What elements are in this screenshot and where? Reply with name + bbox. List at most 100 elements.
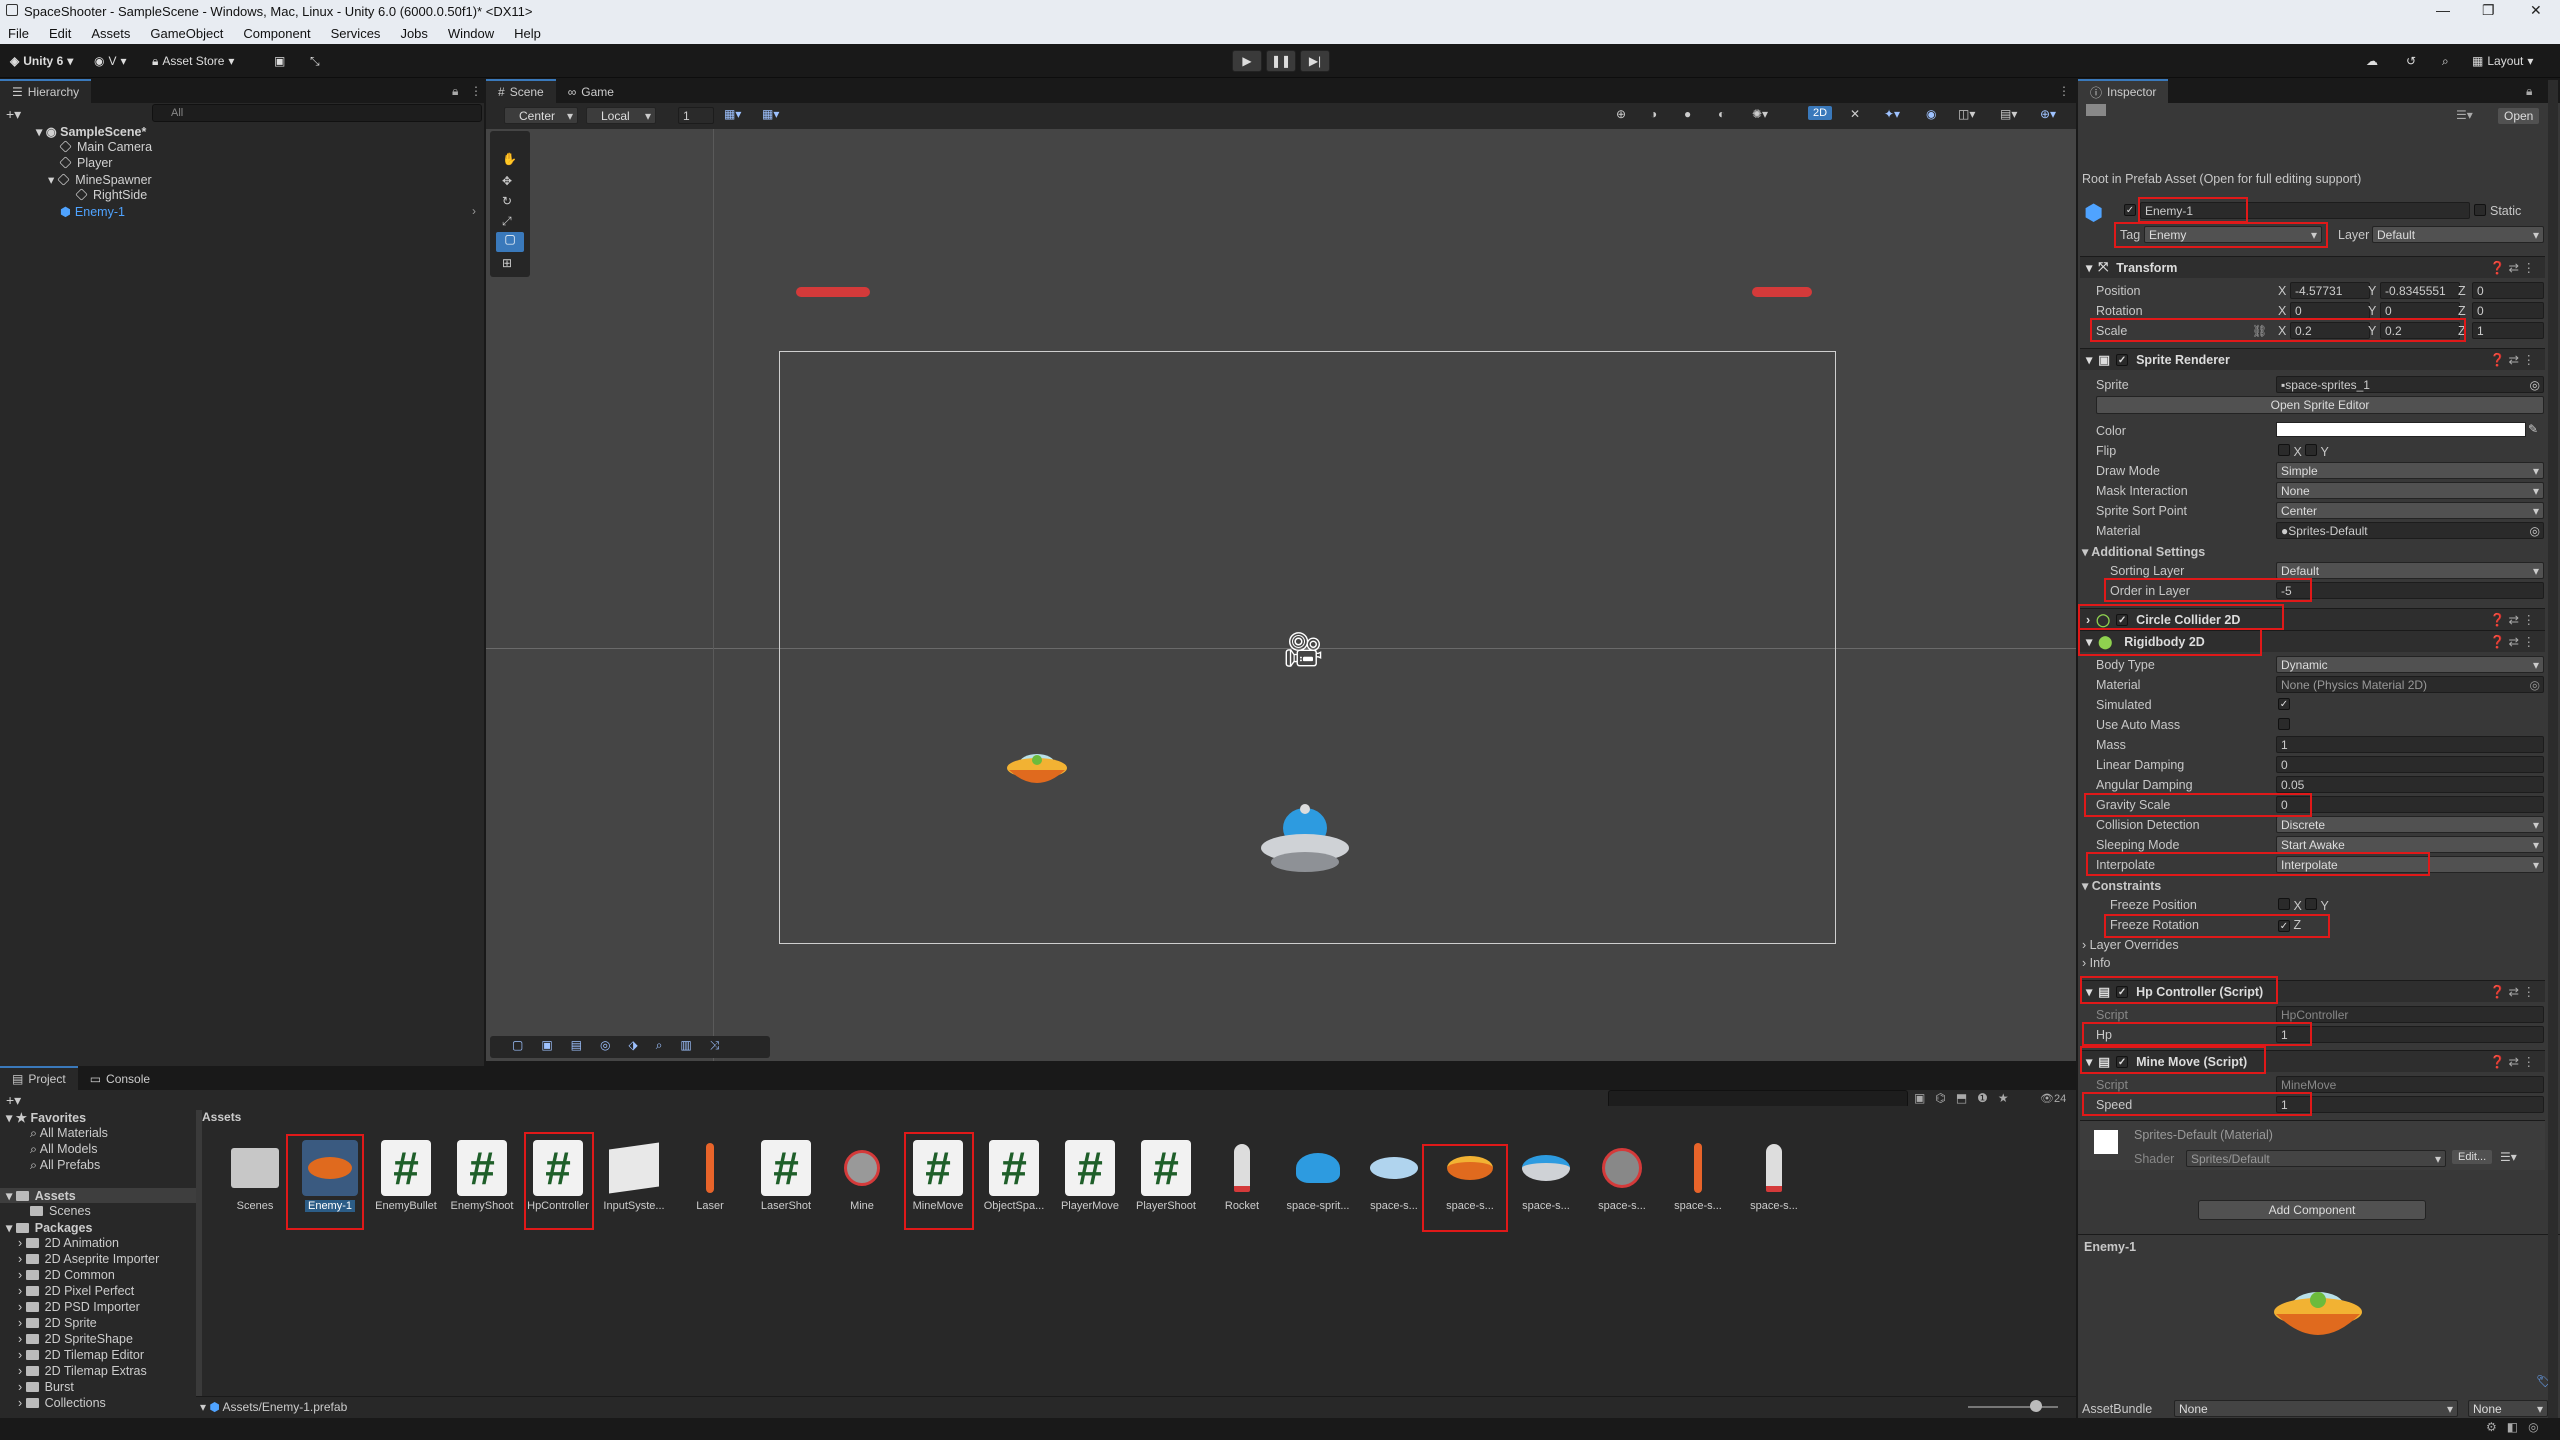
- pause-button[interactable]: ❚❚: [1266, 50, 1296, 72]
- more-menu-icon[interactable]: ⋮: [2058, 84, 2070, 98]
- favorite-all-prefabs[interactable]: ⌕ All Prefabs: [30, 1158, 100, 1173]
- object-picker-icon[interactable]: ◎: [2530, 678, 2540, 692]
- project-create-button[interactable]: +▾: [6, 1092, 21, 1109]
- render-mode-icon[interactable]: ✺▾: [1752, 107, 1768, 121]
- hierarchy-search-input[interactable]: All: [152, 104, 482, 122]
- package-item[interactable]: › 2D Tilemap Editor: [18, 1348, 144, 1362]
- gizmo-orientation-icon[interactable]: ⊕: [1616, 107, 1626, 121]
- tab-hierarchy[interactable]: ☰ Hierarchy: [0, 79, 92, 103]
- freeze-pos-x-checkbox[interactable]: [2278, 898, 2290, 910]
- collision-detection-dropdown[interactable]: Discrete: [2276, 816, 2544, 833]
- shading-wire-icon[interactable]: ◑: [1650, 107, 1657, 121]
- asset-lasershot[interactable]: # LaserShot: [751, 1140, 821, 1212]
- asset-sprite-3[interactable]: space-s...: [1511, 1140, 1581, 1212]
- asset-sprite-1[interactable]: space-s...: [1359, 1140, 1429, 1212]
- favorites-header[interactable]: ▾ ★ Favorites: [6, 1110, 86, 1125]
- additional-settings-foldout[interactable]: ▾ Additional Settings: [2082, 544, 2205, 559]
- search-icon[interactable]: ⌕: [2436, 51, 2455, 71]
- add-component-button[interactable]: Add Component: [2198, 1200, 2426, 1220]
- object-picker-icon[interactable]: ◎: [2530, 378, 2540, 392]
- freeze-pos-y-checkbox[interactable]: [2305, 898, 2318, 910]
- shading-solid-icon[interactable]: ●: [1684, 107, 1691, 121]
- draw-mode-dropdown[interactable]: Simple: [2276, 462, 2544, 479]
- asset-enemybullet[interactable]: # EnemyBullet: [371, 1140, 441, 1212]
- tab-inspector[interactable]: ⓘ Inspector: [2078, 79, 2169, 103]
- shading-lit-icon[interactable]: ◐: [1718, 107, 1725, 121]
- body-type-dropdown[interactable]: Dynamic: [2276, 656, 2544, 673]
- minespawner-marker-left[interactable]: [796, 287, 870, 297]
- component-menu-icons[interactable]: ❓ ⇄ ⋮: [2490, 352, 2535, 368]
- use-auto-mass-checkbox[interactable]: [2278, 718, 2290, 730]
- scale-tool-icon[interactable]: ⤢: [502, 214, 512, 229]
- shader-edit-button[interactable]: Edit...: [2452, 1150, 2493, 1164]
- tab-game[interactable]: ∞ Game: [556, 79, 626, 103]
- tab-scene[interactable]: # Scene: [486, 79, 556, 103]
- package-item[interactable]: › 2D Tilemap Extras: [18, 1364, 147, 1378]
- folder-assets[interactable]: ▾ Assets: [0, 1188, 196, 1203]
- sorting-layer-dropdown[interactable]: Default: [2276, 562, 2544, 579]
- component-menu-icons[interactable]: ❓ ⇄ ⋮: [2490, 612, 2535, 628]
- version-control-button[interactable]: ◉ V ▾: [88, 51, 133, 71]
- camera-gizmo-icon[interactable]: 🎥︎: [1282, 630, 1325, 670]
- hierarchy-item-enemy-1[interactable]: ⬢ Enemy-1: [60, 204, 125, 219]
- step-button[interactable]: ▶|: [1300, 50, 1330, 72]
- package-item[interactable]: › Collections: [18, 1396, 106, 1410]
- asset-sprite-6[interactable]: space-s...: [1739, 1140, 1809, 1212]
- asset-sprite-5[interactable]: space-s...: [1663, 1140, 1733, 1212]
- overlay-tool-icons[interactable]: ▢▣▤◎⬗⌕▥⤨: [512, 1038, 737, 1053]
- hierarchy-item-samplescene[interactable]: ▾ ◉ SampleScene*: [36, 124, 146, 139]
- lighting-toggle-icon[interactable]: ✕: [1850, 107, 1860, 121]
- hp-input[interactable]: 1: [2276, 1026, 2544, 1043]
- minespawner-marker-right[interactable]: [1752, 287, 1812, 297]
- hierarchy-item-player[interactable]: Player: [59, 156, 112, 170]
- gizmos-toggle-icon[interactable]: ▤▾: [2000, 107, 2017, 121]
- angular-damping-input[interactable]: 0.05: [2276, 776, 2544, 793]
- chevron-right-icon[interactable]: ›: [472, 204, 476, 218]
- mass-input[interactable]: 1: [2276, 736, 2544, 753]
- transform-tool-icon[interactable]: ⊞: [502, 256, 512, 270]
- inspector-scrollbar[interactable]: [2548, 80, 2558, 1420]
- enemy-sprite[interactable]: [1005, 744, 1069, 790]
- asset-playershoot[interactable]: # PlayerShoot: [1131, 1140, 1201, 1212]
- package-item[interactable]: › 2D Pixel Perfect: [18, 1284, 134, 1298]
- asset-rocket[interactable]: Rocket: [1207, 1140, 1277, 1212]
- menu-component[interactable]: Component: [243, 26, 310, 41]
- eyedropper-icon[interactable]: ✎: [2528, 422, 2538, 436]
- component-menu-icons[interactable]: ❓ ⇄ ⋮: [2490, 1054, 2535, 1070]
- package-item[interactable]: › 2D SpriteShape: [18, 1332, 133, 1346]
- gizmos-menu-icon[interactable]: ⊕▾: [2040, 107, 2056, 121]
- simulated-checkbox[interactable]: ✓: [2278, 698, 2290, 710]
- tab-project[interactable]: ▤ Project: [0, 1066, 78, 1090]
- sprite-sort-point-dropdown[interactable]: Center: [2276, 502, 2544, 519]
- inspector-menu-icon[interactable]: ☰▾: [2456, 108, 2473, 122]
- position-x-input[interactable]: -4.57731: [2290, 282, 2370, 299]
- package-item[interactable]: › 2D Common: [18, 1268, 115, 1282]
- shader-menu-icon[interactable]: ☰▾: [2500, 1150, 2517, 1164]
- mode-2d-toggle[interactable]: 2D: [1808, 106, 1833, 120]
- package-item[interactable]: › 2D Sprite: [18, 1316, 97, 1330]
- open-prefab-button[interactable]: Open: [2498, 108, 2540, 124]
- package-item[interactable]: › 2D PSD Importer: [18, 1300, 140, 1314]
- position-z-input[interactable]: 0: [2472, 282, 2544, 299]
- gravity-scale-input[interactable]: 0: [2276, 796, 2544, 813]
- asset-store-button[interactable]: 🔒︎ Asset Store ▾: [146, 51, 240, 71]
- asset-objectspawner[interactable]: # ObjectSpa...: [979, 1140, 1049, 1212]
- package-item[interactable]: › Burst: [18, 1380, 74, 1394]
- rb-material-field[interactable]: None (Physics Material 2D) ◎: [2276, 676, 2544, 693]
- assetbundle-dropdown[interactable]: None: [2174, 1400, 2458, 1417]
- status-icons[interactable]: ⚙◧◎: [2486, 1420, 2549, 1434]
- position-y-input[interactable]: -0.8345551: [2380, 282, 2460, 299]
- project-splitter[interactable]: [196, 1110, 202, 1400]
- minimize-icon[interactable]: —: [2436, 2, 2450, 18]
- freeze-position-toggles[interactable]: X Y: [2278, 898, 2329, 913]
- asset-laser[interactable]: Laser: [675, 1140, 745, 1212]
- create-button[interactable]: +▾: [6, 106, 21, 123]
- close-icon[interactable]: ✕: [2530, 2, 2542, 19]
- hierarchy-item-minespawner[interactable]: ▾ MineSpawner: [48, 172, 152, 187]
- cloud-icon[interactable]: ☁: [2360, 51, 2384, 71]
- open-sprite-editor-button[interactable]: Open Sprite Editor: [2096, 396, 2544, 414]
- menu-file[interactable]: File: [8, 26, 29, 41]
- icon-size-slider-handle[interactable]: [2030, 1400, 2042, 1412]
- rotation-z-input[interactable]: 0: [2472, 302, 2544, 319]
- layout-dropdown[interactable]: ▦ Layout ▾: [2466, 51, 2539, 71]
